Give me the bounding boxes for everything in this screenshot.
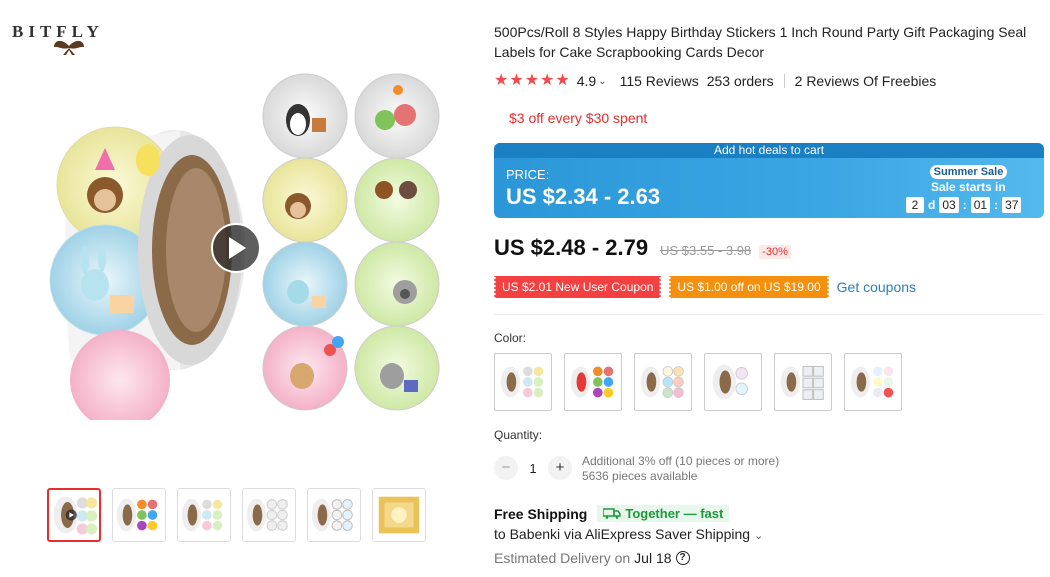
new-user-coupon[interactable]: US $2.01 New User Coupon: [492, 276, 663, 298]
color-variant-3[interactable]: [634, 353, 692, 411]
price-row: US $2.48 - 2.79 US $3.55 - 3.98 -30%: [494, 235, 791, 261]
star-icon: ★: [494, 72, 509, 89]
chevron-down-icon[interactable]: ⌄: [754, 530, 763, 542]
color-variant-4[interactable]: [704, 353, 762, 411]
stock-available: 5636 pieces available: [582, 469, 698, 483]
main-product-image[interactable]: [40, 60, 450, 430]
color-variant-5[interactable]: [774, 353, 832, 411]
divider: [783, 74, 785, 88]
help-icon[interactable]: ?: [675, 551, 690, 565]
original-price: US $3.55 - 3.98: [660, 243, 752, 258]
brand-logo[interactable]: BITFLY: [12, 22, 132, 62]
truck-icon: [603, 508, 622, 519]
add-hot-deals-label[interactable]: Add hot deals to cart: [494, 143, 1044, 158]
reviews-link[interactable]: 115 Reviews: [620, 73, 699, 89]
delivery-date: Jul 18: [634, 550, 672, 566]
hot-deal-banner[interactable]: Add hot deals to cart PRICE: US $2.34 - …: [494, 143, 1044, 218]
color-variant-2[interactable]: [564, 353, 622, 411]
summer-sale-badge: Summer Sale: [930, 165, 1007, 179]
countdown-hours: 03: [939, 197, 959, 213]
thumbnail-5[interactable]: [307, 488, 361, 542]
coupon-row: US $2.01 New User Coupon US $1.00 off on…: [492, 276, 916, 298]
quantity-stepper: − 1 +: [494, 456, 572, 480]
color-variant-6[interactable]: [844, 353, 902, 411]
thumbnail-3[interactable]: [177, 488, 231, 542]
store-coupon[interactable]: US $1.00 off on US $19.00: [668, 276, 830, 298]
quantity-increase-button[interactable]: +: [548, 456, 572, 480]
rating-row: ★ ★ ★ ★ ★ 4.9 ⌄ 115 Reviews 253 orders 2…: [494, 73, 937, 90]
color-variants: [494, 353, 902, 411]
sale-countdown: 2 d 03 : 01 : 37: [906, 197, 1022, 213]
shipping-row: Free Shipping Together — fast: [494, 505, 730, 522]
shipping-to-text[interactable]: to Babenki via AliExpress Saver Shipping: [494, 526, 750, 542]
star-icon: ★: [555, 72, 570, 89]
delivery-label: Estimated Delivery on: [494, 550, 631, 566]
countdown-colon: :: [962, 198, 967, 212]
bowtie-icon: [54, 40, 84, 55]
quantity-decrease-button[interactable]: −: [494, 456, 518, 480]
together-fast-text: Together — fast: [625, 506, 724, 521]
thumbnail-4[interactable]: [242, 488, 296, 542]
star-icon: ★: [509, 72, 524, 89]
shipping-destination[interactable]: to Babenki via AliExpress Saver Shipping…: [494, 526, 763, 542]
current-price: US $2.48 - 2.79: [494, 235, 649, 260]
together-fast-badge: Together — fast: [597, 505, 730, 522]
color-label: Color:: [494, 331, 527, 345]
countdown-minutes: 01: [970, 197, 991, 213]
orders-count: 253 orders: [706, 73, 774, 89]
thumbnail-1[interactable]: [47, 488, 101, 542]
thumbnail-2[interactable]: [112, 488, 166, 542]
deal-price-label: PRICE:: [506, 167, 550, 182]
free-shipping-label: Free Shipping: [494, 505, 588, 522]
product-title: 500Pcs/Roll 8 Styles Happy Birthday Stic…: [494, 24, 1027, 60]
get-coupons-link[interactable]: Get coupons: [837, 279, 916, 295]
rating-stars: ★ ★ ★ ★ ★: [494, 73, 570, 89]
thumbnail-strip: [47, 488, 426, 542]
section-divider: [494, 314, 1044, 315]
bulk-discount-note: Additional 3% off (10 pieces or more): [582, 454, 780, 468]
color-variant-1[interactable]: [494, 353, 552, 411]
chevron-down-icon[interactable]: ⌄: [598, 76, 606, 87]
store-discount-text[interactable]: $3 off every $30 spent: [509, 110, 647, 126]
estimated-delivery: Estimated Delivery on Jul 18 ?: [494, 550, 690, 566]
star-icon: ★: [524, 72, 540, 89]
freebie-reviews-link[interactable]: 2 Reviews Of Freebies: [795, 73, 937, 89]
quantity-value[interactable]: 1: [518, 461, 548, 476]
discount-badge: -30%: [759, 245, 791, 259]
star-icon: ★: [540, 72, 555, 89]
countdown-colon: :: [994, 198, 999, 212]
countdown-seconds: 37: [1002, 197, 1022, 213]
countdown-days: 2: [906, 197, 924, 213]
quantity-note: Additional 3% off (10 pieces or more) 56…: [582, 454, 779, 484]
deal-price: US $2.34 - 2.63: [506, 184, 661, 209]
sale-starts-label: Sale starts in: [931, 180, 1006, 194]
rating-value[interactable]: 4.9: [577, 73, 596, 89]
countdown-days-unit: d: [928, 198, 936, 212]
quantity-label: Quantity:: [494, 428, 543, 442]
thumbnail-6[interactable]: [372, 488, 426, 542]
